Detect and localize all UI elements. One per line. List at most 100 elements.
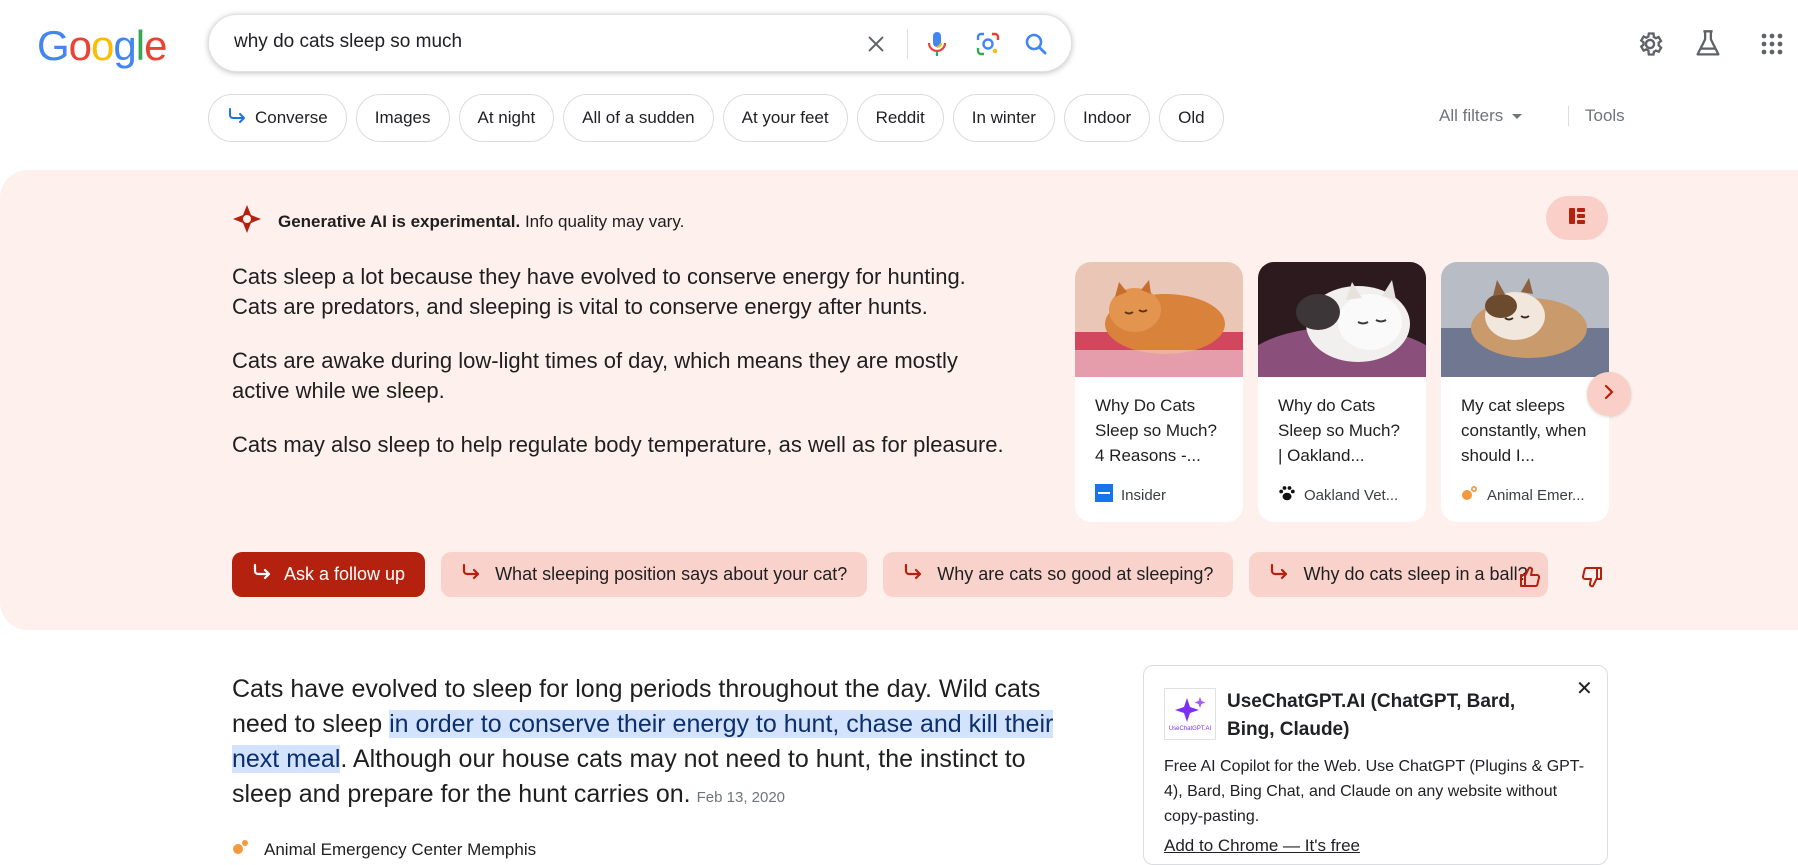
logo-letter: l [135,22,145,69]
source-card[interactable]: Why do Cats Sleep so Much? | Oakland... … [1258,262,1426,522]
card-source-name: Oakland Vet... [1304,486,1399,504]
ai-badge: Generative AI is experimental. Info qual… [232,204,684,239]
arrow-return-icon [461,563,481,586]
ai-answer: Cats sleep a lot because they have evolv… [232,262,1012,484]
logo-letter: G [37,22,70,69]
followup-suggestion[interactable]: What sleeping position says about your c… [441,552,868,597]
card-title: Why Do Cats Sleep so Much? 4 Reasons -..… [1095,396,1217,465]
chip-label: Images [374,108,431,127]
followup-label: Why are cats so good at sleeping? [937,564,1214,584]
sparkle-icon [232,204,262,239]
chevron-right-icon [1603,384,1615,405]
chip-converse[interactable]: Converse [208,94,347,142]
search-icon[interactable] [1021,29,1051,59]
source-cards: Why Do Cats Sleep so Much? 4 Reasons -..… [1075,262,1609,522]
sparkles-icon [1175,697,1206,722]
ai-paragraph: Cats may also sleep to help regulate bod… [232,432,1004,457]
paw-favicon-icon [1278,484,1296,506]
chip-at-your-feet[interactable]: At your feet [722,94,848,142]
card-source: Animal Emer... [1461,484,1585,506]
followup-suggestion[interactable]: Why are cats so good at sleeping? [883,552,1234,597]
extension-description: Free AI Copilot for the Web. Use ChatGPT… [1164,758,1585,825]
logo-letter: e [144,22,167,69]
followup-label: What sleeping position says about your c… [495,564,848,584]
chip-label: At your feet [741,108,829,127]
followup-suggestion[interactable]: Why do cats sleep in a ball? [1249,552,1548,597]
cat-photo-image [1441,262,1609,377]
search-box[interactable]: why do cats sleep so much [208,14,1072,72]
labs-flask-icon[interactable] [1690,26,1726,62]
chip-label: In winter [971,108,1036,127]
snippet-text: . Although our house cats may not need t… [232,745,1026,808]
cards-next-button[interactable] [1587,372,1631,416]
ai-disclaimer: Generative AI is experimental. Info qual… [278,212,684,232]
ai-paragraph: Cats sleep a lot because they have evolv… [232,264,966,319]
chip-images[interactable]: Images [355,94,450,142]
search-input[interactable]: why do cats sleep so much [234,31,462,53]
add-to-chrome-link[interactable]: Add to Chrome — It's free [1164,836,1360,856]
all-filters-button[interactable]: All filters [1439,106,1523,126]
apps-grid-icon[interactable] [1754,26,1790,62]
usechatgpt-logo: UseChatGPT.AI [1164,688,1216,740]
ai-disclaimer-rest: Info quality may vary. [524,211,685,231]
card-source: Insider [1095,484,1166,506]
followup-label: Why do cats sleep in a ball? [1303,564,1528,584]
chip-label: Reddit [875,108,925,127]
ext-logo-text: UseChatGPT.AI [1168,726,1212,732]
chip-reddit[interactable]: Reddit [856,94,944,142]
microphone-icon[interactable] [922,29,952,59]
insider-favicon-icon [1095,484,1113,506]
chip-old[interactable]: Old [1159,94,1224,142]
all-filters-label: All filters [1439,106,1504,125]
tools-button[interactable]: Tools [1568,106,1625,126]
logo-letter: o [91,22,114,69]
ask-follow-up-label: Ask a follow up [284,564,406,584]
card-title: My cat sleeps constantly, when should I.… [1461,396,1587,465]
thumbs-up-icon[interactable] [1515,562,1545,592]
close-icon[interactable]: ✕ [1576,676,1593,701]
thumbs-down-icon[interactable] [1577,562,1607,592]
clear-icon[interactable] [861,29,891,59]
search-divider [907,29,908,59]
ai-disclaimer-bold: Generative AI is experimental. [278,211,521,231]
chip-all-of-a-sudden[interactable]: All of a sudden [563,94,714,142]
arrow-return-icon [903,563,923,586]
card-source-name: Animal Emer... [1487,486,1585,504]
card-source: Oakland Vet... [1278,484,1398,506]
followup-row: Ask a follow up What sleeping position s… [232,552,1548,597]
chip-at-night[interactable]: At night [458,94,555,142]
result-source-name: Animal Emergency Center Memphis [264,839,537,859]
logo-letter: o [68,22,92,69]
search-chips: Converse Images At night All of a sudden… [208,94,1224,142]
layout-toggle-button[interactable] [1546,196,1608,240]
featured-snippet: Cats have evolved to sleep for long peri… [232,672,1062,815]
animal-emergency-favicon-icon [1461,484,1479,506]
chip-label: At night [477,108,536,127]
snippet-date: Feb 13, 2020 [696,789,786,806]
chip-in-winter[interactable]: In winter [952,94,1055,142]
chip-label: Old [1178,108,1205,127]
extension-title[interactable]: UseChatGPT.AI (ChatGPT, Bard, Bing, Clau… [1227,688,1567,744]
cat-photo-image [1258,262,1426,407]
chip-label: All of a sudden [582,108,695,127]
card-title: Why do Cats Sleep so Much? | Oakland... [1278,396,1400,465]
source-card[interactable]: Why Do Cats Sleep so Much? 4 Reasons -..… [1075,262,1243,522]
logo-letter: g [113,22,136,69]
card-source-name: Insider [1121,486,1167,504]
extension-promo-panel: UseChatGPT.AI UseChatGPT.AI (ChatGPT, Ba… [1143,665,1608,865]
chip-label: Converse [255,108,328,127]
arrow-return-icon [252,563,272,586]
arrow-return-icon [227,107,247,130]
cat-photo-image [1075,262,1243,377]
source-card[interactable]: My cat sleeps constantly, when should I.… [1441,262,1609,522]
header: Google why do cats sleep so much Convers… [0,0,1798,168]
google-logo[interactable]: Google [37,22,167,70]
settings-gear-icon[interactable] [1632,26,1668,62]
chip-label: Indoor [1082,108,1132,127]
layout-icon [1568,207,1586,230]
lens-icon[interactable] [973,29,1003,59]
result-source[interactable]: Animal Emergency Center Memphis [232,838,536,861]
animal-emergency-favicon-icon [232,838,250,861]
chip-indoor[interactable]: Indoor [1063,94,1151,142]
ask-follow-up-button[interactable]: Ask a follow up [232,552,426,597]
